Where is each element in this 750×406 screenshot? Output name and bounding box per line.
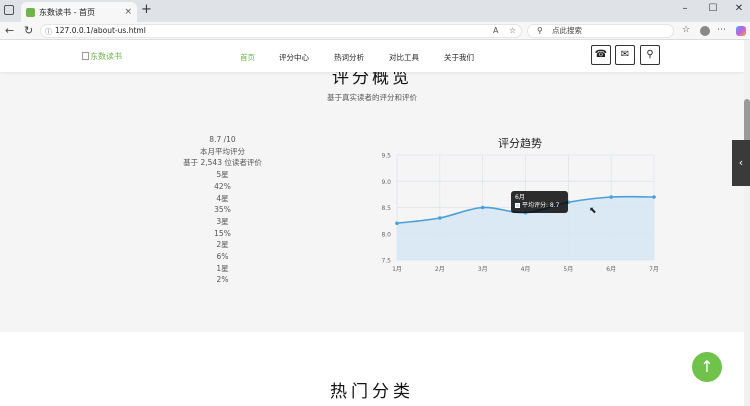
nav-about-us[interactable]: 关于我们 xyxy=(444,52,474,63)
x-tick-label: 3月 xyxy=(478,266,488,273)
phone-icon: ☎ xyxy=(594,49,608,60)
close-tab-icon[interactable]: × xyxy=(124,7,132,17)
favorites-icon[interactable]: ☆ xyxy=(682,25,690,35)
x-tick-label: 1月 xyxy=(392,266,402,273)
chevron-left-icon: ‹ xyxy=(738,156,744,169)
chart-tooltip: 6月 平均评分: 8.7 xyxy=(511,191,568,213)
read-aloud-icon[interactable]: A xyxy=(493,25,498,37)
site-navbar: 东数读书 首页 评分中心 热词分析 对比工具 关于我们 ☎ ✉ ⚲ xyxy=(0,40,744,72)
mail-icon: ✉ xyxy=(620,49,630,60)
dist-star-1: 1星 xyxy=(216,263,229,273)
dist-pct-1: 2% xyxy=(216,275,229,285)
dist-pct-4: 35% xyxy=(214,205,231,215)
broken-image-icon xyxy=(82,52,89,60)
copilot-icon[interactable] xyxy=(736,26,746,36)
x-tick-label: 7月 xyxy=(649,266,659,273)
rating-stats: 8.7 /10 本月平均评分 基于 2,543 位读者评价 5星 42% 4星 … xyxy=(150,134,295,286)
dist-pct-2: 6% xyxy=(216,252,229,262)
dist-pct-5: 42% xyxy=(214,181,231,191)
search-icon: ⚲ xyxy=(537,26,543,35)
dist-star-2: 2星 xyxy=(216,240,229,250)
back-icon[interactable]: ← xyxy=(5,24,14,37)
tab-actions-icon[interactable] xyxy=(4,5,14,15)
data-point xyxy=(652,195,656,199)
nav-home[interactable]: 首页 xyxy=(240,52,255,63)
phone-button[interactable]: ☎ xyxy=(591,45,611,65)
browser-tab[interactable]: 东数读书 - 首页 × xyxy=(21,2,137,22)
page-scrollbar[interactable] xyxy=(744,40,750,406)
favorite-star-icon[interactable]: ☆ xyxy=(509,25,516,37)
favicon-icon xyxy=(26,7,35,17)
url-text: 127.0.0.1/about-us.html xyxy=(55,26,146,35)
back-to-top-button[interactable]: ↑ xyxy=(692,352,722,382)
x-tick-label: 2月 xyxy=(435,266,445,273)
tooltip-value: 平均评分: 8.7 xyxy=(522,202,560,209)
site-logo[interactable]: 东数读书 xyxy=(82,51,122,62)
tab-bar: 东数读书 - 首页 × + – ☐ ✕ xyxy=(0,0,750,22)
tooltip-title: 6月 xyxy=(515,194,525,201)
rating-section-subtitle: 基于真实读者的评分和评价 xyxy=(327,93,417,102)
average-score: 8.7 /10 xyxy=(209,135,236,144)
tab-title: 东数读书 - 首页 xyxy=(39,7,95,17)
url-field[interactable]: ⓘ 127.0.0.1/about-us.html A ☆ xyxy=(40,24,522,38)
tooltip-swatch xyxy=(515,203,520,208)
web-page: 东数读书 首页 评分中心 热词分析 对比工具 关于我们 ☎ ✉ ⚲ 评分概览 基… xyxy=(0,40,744,406)
dist-star-3: 3星 xyxy=(216,216,229,226)
site-info-icon[interactable]: ⓘ xyxy=(45,26,52,38)
arrow-up-icon: ↑ xyxy=(700,357,714,376)
location-button[interactable]: ⚲ xyxy=(640,45,660,65)
browser-window: 东数读书 - 首页 × + – ☐ ✕ ← ↻ ⓘ 127.0.0.1/abou… xyxy=(0,0,750,406)
reload-icon[interactable]: ↻ xyxy=(24,24,33,37)
average-label: 本月平均评分 xyxy=(200,146,245,156)
side-panel-toggle[interactable]: ‹ xyxy=(732,140,750,186)
nav-rating-center[interactable]: 评分中心 xyxy=(279,52,309,63)
data-point xyxy=(438,216,442,220)
dist-star-4: 4星 xyxy=(216,193,229,203)
address-bar-row: ← ↻ ⓘ 127.0.0.1/about-us.html A ☆ ⚲ 点此搜索… xyxy=(0,22,750,40)
y-tick-label: 8.5 xyxy=(381,205,391,212)
hot-categories-title: 热门分类 xyxy=(330,382,414,402)
x-tick-label: 5月 xyxy=(563,266,573,273)
close-window-icon[interactable]: ✕ xyxy=(730,3,748,14)
location-icon: ⚲ xyxy=(646,49,654,60)
y-tick-label: 8.0 xyxy=(381,231,391,238)
data-point xyxy=(395,221,399,226)
mouse-cursor-icon: ⬉ xyxy=(589,206,597,216)
mail-button[interactable]: ✉ xyxy=(615,45,635,65)
new-tab-button[interactable]: + xyxy=(141,2,152,17)
data-point xyxy=(480,205,485,210)
more-icon[interactable]: ⋯ xyxy=(717,25,726,35)
y-tick-label: 9.5 xyxy=(381,153,391,160)
nav-hotword-analysis[interactable]: 热词分析 xyxy=(334,52,364,63)
x-tick-label: 4月 xyxy=(521,266,531,273)
reviewer-count: 基于 2,543 位读者评价 xyxy=(183,158,262,168)
data-point xyxy=(609,195,613,199)
x-tick-label: 6月 xyxy=(606,266,616,273)
minimize-icon[interactable]: – xyxy=(676,3,694,14)
profile-avatar-icon[interactable] xyxy=(700,26,710,36)
search-placeholder: 点此搜索 xyxy=(552,26,582,35)
nav-compare-tool[interactable]: 对比工具 xyxy=(389,52,419,63)
y-tick-label: 9.0 xyxy=(381,179,391,186)
y-tick-label: 7.5 xyxy=(381,258,391,265)
dist-pct-3: 15% xyxy=(214,228,231,238)
browser-search-field[interactable]: ⚲ 点此搜索 xyxy=(527,24,674,38)
logo-alt-text: 东数读书 xyxy=(90,52,122,61)
maximize-icon[interactable]: ☐ xyxy=(704,3,722,14)
dist-star-5: 5星 xyxy=(216,170,229,180)
